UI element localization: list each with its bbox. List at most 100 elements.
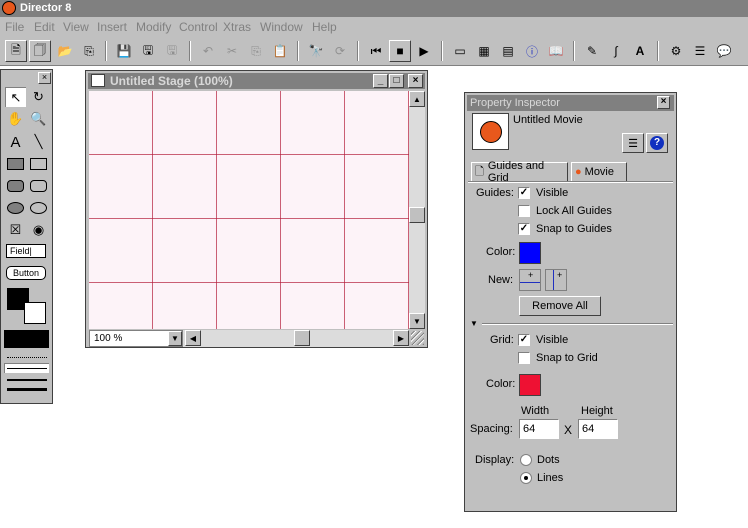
line-tool-icon[interactable]: ╲ [28,132,49,152]
stage-window-icon[interactable]: ▭ [449,40,471,62]
guides-visible-checkbox[interactable]: ✓ [518,187,530,199]
new-guide-label: New: [488,274,514,286]
ellipse-tool-icon[interactable] [28,198,49,218]
arrow-tool-icon[interactable]: ↖ [5,87,26,107]
grid-visible-checkbox[interactable]: ✓ [518,334,530,346]
line-width-1-selected[interactable] [4,363,49,373]
text-tool-icon[interactable]: A [5,132,26,152]
no-line-icon[interactable] [7,357,47,358]
tab-guides-and-grid[interactable]: 🗋 Guides and Grid [471,160,568,184]
save-all-icon[interactable]: 🖫 [137,40,159,62]
toolbar: 🗎 🗍 📂 ⎘ 💾 🖫 🖫 ↶ ✂ ⎘ 📋 🔭 ⟳ ⏮ ■ ▶ ▭ ▦ ▤ ⓘ … [0,37,748,66]
grid-width-input[interactable]: 64 [519,419,559,439]
snap-to-guides-checkbox[interactable]: ✓ [518,223,530,235]
checkbox-tool-icon[interactable]: ☒ [5,220,26,240]
menu-help[interactable]: Help [312,20,337,34]
grid-height-input[interactable]: 64 [578,419,618,439]
rewind-icon[interactable]: ⏮ [365,40,387,62]
message-window-icon[interactable]: ☰ [689,40,711,62]
new-movie-icon[interactable]: 🗎 [5,40,27,62]
paint-window-icon[interactable]: ✎ [581,40,603,62]
open-icon[interactable]: 📂 [54,40,76,62]
help-icon[interactable]: ? [646,133,668,153]
script-icon[interactable]: ⚙ [665,40,687,62]
menu-control[interactable]: Control [179,20,218,34]
new-cast-icon[interactable]: 🗍 [29,40,51,62]
import-icon[interactable]: ⎘ [78,40,100,62]
chevron-down-icon[interactable]: ▼ [168,331,182,346]
grid-color-chip[interactable] [519,374,541,396]
close-icon[interactable]: × [657,96,670,109]
snap-to-grid-checkbox[interactable] [518,352,530,364]
text-window-icon[interactable]: A [629,40,651,62]
close-icon[interactable]: × [408,74,423,88]
stop-icon[interactable]: ■ [389,40,411,62]
save-and-compact-icon[interactable]: 🖫 [161,40,183,62]
copy-icon[interactable]: ⎘ [245,40,267,62]
remove-all-button[interactable]: Remove All [519,296,601,316]
filled-rectangle-tool-icon[interactable] [5,154,26,174]
rotate-tool-icon[interactable]: ↻ [28,87,49,107]
menu-window[interactable]: Window [260,20,303,34]
property-inspector-icon[interactable]: ⓘ [521,40,543,62]
button-tool[interactable]: Button [6,266,46,280]
display-label: Display: [475,454,515,466]
pattern-chip[interactable] [4,330,49,348]
document-icon: 🗋 [475,165,484,178]
close-icon[interactable]: × [38,72,51,84]
scroll-up-icon[interactable]: ▲ [409,91,425,107]
filled-round-rect-tool-icon[interactable] [5,176,26,196]
stage-title-bar[interactable]: Untitled Stage (100%) _ □ × [88,73,425,89]
cast-window-icon[interactable]: ▦ [473,40,495,62]
minimize-icon[interactable]: _ [373,74,388,88]
library-palette-icon[interactable]: 📖 [545,40,567,62]
scroll-right-icon[interactable]: ▶ [393,330,409,346]
menu-modify[interactable]: Modify [136,20,171,34]
stage-canvas[interactable] [89,91,409,329]
collapse-triangle-icon[interactable]: ▼ [470,319,478,328]
menu-insert[interactable]: Insert [97,20,127,34]
menu-file[interactable]: File [5,20,24,34]
score-window-icon[interactable]: ▤ [497,40,519,62]
inspector-title-bar[interactable]: Property Inspector × [467,95,674,111]
vertical-scrollbar[interactable]: ▲ ▼ [409,91,425,329]
play-icon[interactable]: ▶ [413,40,435,62]
guides-color-chip[interactable] [519,242,541,264]
magnifier-tool-icon[interactable]: 🔍 [28,109,49,129]
new-vertical-guide-icon[interactable]: + [545,269,567,291]
new-horizontal-guide-icon[interactable]: + [519,269,541,291]
hand-tool-icon[interactable]: ✋ [5,109,26,129]
maximize-icon[interactable]: □ [389,74,404,88]
toolbar-separator [189,41,191,61]
behavior-inspector-icon[interactable]: 💬 [713,40,735,62]
save-icon[interactable]: 💾 [113,40,135,62]
list-view-icon[interactable]: ☰ [622,133,644,153]
vector-shape-icon[interactable]: ∫ [605,40,627,62]
background-color-chip[interactable] [24,302,46,324]
menu-view[interactable]: View [63,20,89,34]
menu-xtras[interactable]: Xtras [223,20,251,34]
find-icon[interactable]: 🔭 [305,40,327,62]
line-width-2-icon[interactable] [7,379,47,381]
display-dots-radio[interactable] [520,454,532,466]
rectangle-tool-icon[interactable] [28,154,49,174]
scroll-down-icon[interactable]: ▼ [409,313,425,329]
radio-button-tool-icon[interactable]: ◉ [28,220,49,240]
menu-edit[interactable]: Edit [34,20,55,34]
resize-grip-icon[interactable] [411,331,424,345]
zoom-select[interactable]: 100 % ▼ [89,330,183,347]
field-tool[interactable]: Field| [6,244,46,258]
undo-icon[interactable]: ↶ [197,40,219,62]
scroll-thumb[interactable] [409,207,425,223]
cut-icon[interactable]: ✂ [221,40,243,62]
scroll-left-icon[interactable]: ◀ [185,330,201,346]
exchange-cast-members-icon[interactable]: ⟳ [329,40,351,62]
filled-ellipse-tool-icon[interactable] [5,198,26,218]
line-width-3-icon[interactable] [7,388,47,391]
paste-icon[interactable]: 📋 [269,40,291,62]
lock-all-guides-checkbox[interactable] [518,205,530,217]
horizontal-scroll-thumb[interactable] [294,330,310,346]
display-lines-radio[interactable] [520,472,532,484]
tab-movie[interactable]: ● Movie [571,162,627,181]
round-rect-tool-icon[interactable] [28,176,49,196]
